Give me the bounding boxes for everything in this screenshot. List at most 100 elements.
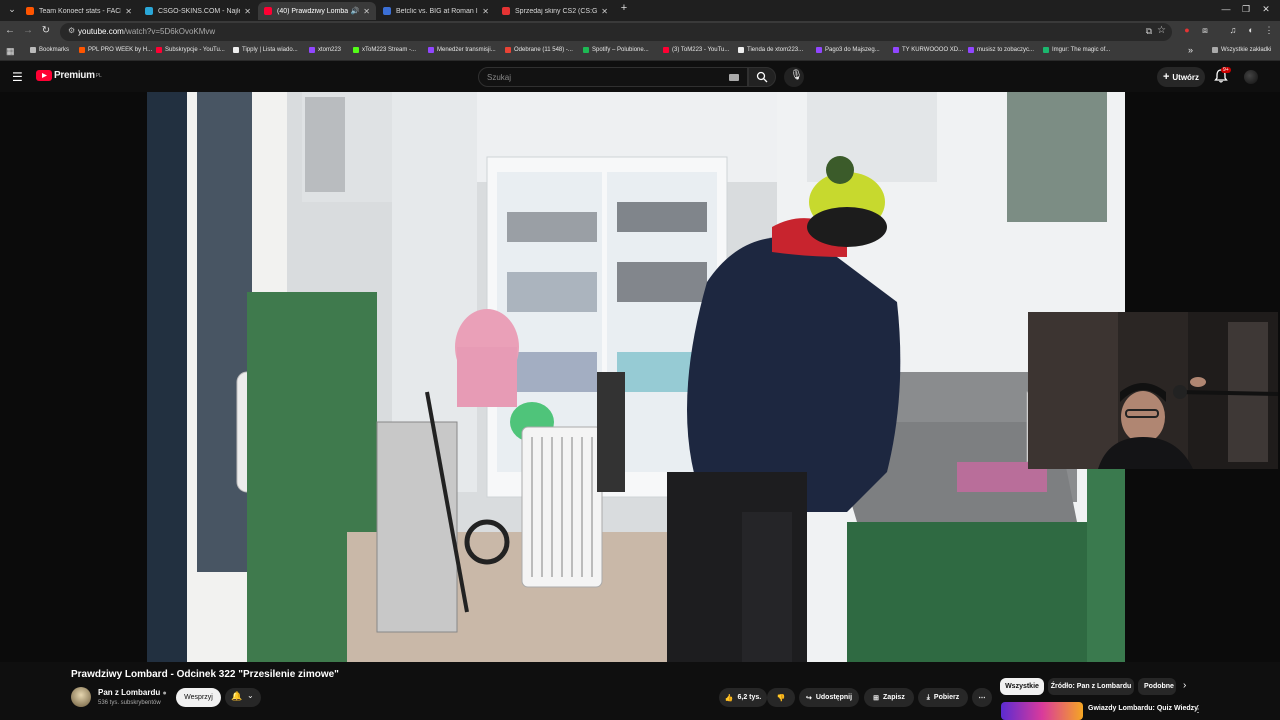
bookmark-item[interactable]: xtom223 bbox=[309, 47, 341, 53]
recommendation-thumbnail[interactable] bbox=[1001, 702, 1083, 720]
chip-source[interactable]: Źródło: Pan z Lombardu bbox=[1048, 678, 1134, 695]
webcam-image bbox=[1028, 312, 1278, 469]
bookmark-star-icon[interactable]: ☆ bbox=[1157, 25, 1166, 36]
dislike-button[interactable]: 👎 bbox=[767, 688, 795, 707]
recommendation-title[interactable]: Gwiazdy Lombardu: Quiz Wiedzy bbox=[1088, 705, 1198, 712]
bookmark-favicon bbox=[156, 47, 162, 53]
bookmarks-bar: ▦ Bookmarks PPL PRO WEEK by H... Subskrypc… bbox=[0, 43, 1280, 61]
download-button[interactable]: ⤓ Pobierz bbox=[918, 688, 968, 707]
logo-region: PL bbox=[95, 72, 102, 79]
browser-menu-icon[interactable]: ⋮ bbox=[1262, 25, 1276, 36]
bookmark-favicon bbox=[353, 47, 359, 53]
thumbs-up-icon: 👍 bbox=[724, 694, 734, 702]
subscription-bell-button[interactable]: 🔔 ⌄ bbox=[225, 688, 261, 707]
address-bar[interactable]: ⚙ youtube.com/watch?v=5D6kOvoKMvw ⧉ ☆ bbox=[60, 23, 1172, 41]
bookmarks-overflow-button[interactable]: » bbox=[1188, 45, 1193, 55]
tab-close-icon[interactable]: ✕ bbox=[482, 7, 489, 16]
save-label: Zapisz bbox=[883, 694, 905, 701]
channel-name-text: Pan z Lombardu bbox=[98, 688, 161, 697]
bookmark-item[interactable]: musisz to zobaczyc... bbox=[968, 47, 1034, 53]
tab-favicon bbox=[383, 7, 391, 15]
like-button[interactable]: 👍 6,2 tys. bbox=[719, 688, 767, 707]
bookmark-item[interactable]: Tienda de xtom223... bbox=[738, 47, 803, 53]
video-frame[interactable] bbox=[147, 92, 1125, 662]
keyboard-icon[interactable] bbox=[729, 74, 739, 81]
youtube-logo[interactable]: Premium PL bbox=[36, 70, 102, 81]
bookmark-item[interactable]: TY KURWOOOO XD... bbox=[893, 47, 963, 53]
tab-close-icon[interactable]: ✕ bbox=[601, 7, 608, 16]
maximize-icon[interactable]: ❐ bbox=[1236, 4, 1256, 15]
media-controls-icon[interactable]: ♫ bbox=[1226, 25, 1240, 35]
tab-favicon bbox=[26, 7, 34, 15]
more-actions-button[interactable]: ⋯ bbox=[972, 688, 992, 707]
profile-icon[interactable]: ◐ bbox=[1244, 25, 1258, 35]
search-input[interactable]: Szukaj bbox=[478, 67, 748, 87]
join-button[interactable]: Wesprzyj bbox=[176, 688, 221, 707]
bookmark-label: Spotify – Polubione... bbox=[592, 47, 649, 53]
download-icon: ⤓ bbox=[926, 693, 930, 701]
back-icon[interactable]: ← bbox=[3, 25, 17, 36]
browser-tab[interactable]: Sprzedaj skiny CS2 (CS:GO) | N✕ bbox=[496, 2, 614, 20]
bookmark-label: (3) ToM223 - YouTu... bbox=[672, 47, 730, 53]
bookmark-item[interactable]: Tipply | Lista wiado... bbox=[233, 47, 298, 53]
bookmark-label: Odebrane (11 548) -... bbox=[514, 47, 573, 53]
bookmark-item[interactable]: PPL PRO WEEK by H... bbox=[79, 47, 152, 53]
bookmark-item[interactable]: xToM223 Stream -... bbox=[353, 47, 416, 53]
bookmark-item[interactable]: Bookmarks bbox=[30, 47, 69, 53]
share-button[interactable]: ↪ Udostępnij bbox=[799, 688, 859, 707]
reload-icon[interactable]: ↻ bbox=[39, 25, 53, 36]
close-window-icon[interactable]: ✕ bbox=[1256, 4, 1276, 15]
create-button[interactable]: + Utwórz bbox=[1157, 67, 1205, 87]
chip-similar-label: Podobne bbox=[1144, 683, 1174, 690]
hamburger-menu-icon[interactable]: ☰ bbox=[12, 70, 23, 84]
bookmark-label: Bookmarks bbox=[39, 47, 70, 53]
bookmark-item[interactable]: (3) ToM223 - YouTu... bbox=[663, 47, 729, 53]
logo-text: Premium bbox=[54, 70, 95, 81]
browser-tab[interactable]: CSGO-SKINS.COM - Najlepsze ✕ bbox=[139, 2, 257, 20]
channel-avatar[interactable] bbox=[71, 687, 91, 707]
browser-tab[interactable]: Betclic vs. BIG at Roman Imperi ✕ bbox=[377, 2, 495, 20]
bookmark-item[interactable]: Pago3 do Majszeg... bbox=[816, 47, 880, 53]
microphone-icon: 🎙 bbox=[790, 70, 803, 81]
tab-favicon bbox=[502, 7, 510, 15]
channel-name[interactable]: Pan z Lombardu ● bbox=[98, 688, 167, 697]
chip-all[interactable]: Wszystkie bbox=[1000, 678, 1044, 695]
apps-icon[interactable]: ▦ bbox=[6, 46, 15, 57]
tab-search-icon[interactable]: ⌄ bbox=[2, 4, 22, 15]
bookmark-label: xToM223 Stream -... bbox=[362, 47, 417, 53]
forward-icon[interactable]: → bbox=[21, 25, 35, 36]
bookmark-item[interactable]: Subskrypcje - YouTu... bbox=[156, 47, 225, 53]
account-avatar[interactable] bbox=[1244, 70, 1258, 84]
save-button[interactable]: ⊞ Zapisz bbox=[864, 688, 914, 707]
bookmark-item[interactable]: Menedżer transmisji... bbox=[428, 47, 496, 53]
bookmark-item[interactable]: Spotify – Polubione... bbox=[583, 47, 649, 53]
tab-audio-icon[interactable]: 🔊 bbox=[351, 7, 360, 15]
all-bookmarks-folder[interactable]: Wszystkie zakładki bbox=[1212, 47, 1271, 53]
install-app-icon[interactable]: ⧉ bbox=[1146, 26, 1152, 37]
extensions-icon[interactable]: ⧈ bbox=[1198, 25, 1212, 36]
chevron-down-icon: ⌄ bbox=[247, 691, 254, 700]
video-player[interactable] bbox=[0, 92, 1280, 662]
tab-title: Team Konoecf stats - FACEIT.co bbox=[39, 7, 121, 15]
search-button[interactable] bbox=[748, 67, 776, 87]
browser-tab[interactable]: (40) Prawdziwy Lombard -🔊✕ bbox=[258, 2, 376, 20]
bookmark-label: xtom223 bbox=[318, 47, 342, 53]
bookmark-label: Pago3 do Majszeg... bbox=[825, 47, 880, 53]
chip-similar[interactable]: Podobne bbox=[1138, 678, 1176, 695]
bookmark-item[interactable]: Odebrane (11 548) -... bbox=[505, 47, 573, 53]
bookmark-label: Imgur: The magic of... bbox=[1052, 47, 1111, 53]
extension-opera-icon[interactable]: ● bbox=[1180, 25, 1194, 35]
bookmark-label: Subskrypcje - YouTu... bbox=[165, 47, 225, 53]
browser-tab[interactable]: Team Konoecf stats - FACEIT.co ✕ bbox=[20, 2, 138, 20]
chips-next-icon[interactable]: › bbox=[1183, 680, 1186, 691]
minimize-icon[interactable]: — bbox=[1216, 4, 1236, 14]
tab-close-icon[interactable]: ✕ bbox=[363, 7, 370, 16]
tab-close-icon[interactable]: ✕ bbox=[244, 7, 251, 16]
tab-close-icon[interactable]: ✕ bbox=[125, 7, 132, 16]
recommendation-menu-icon[interactable]: ⋮ bbox=[1193, 704, 1203, 715]
site-info-icon[interactable]: ⚙ bbox=[68, 26, 75, 35]
bookmark-item[interactable]: Imgur: The magic of... bbox=[1043, 47, 1110, 53]
new-tab-button[interactable]: + bbox=[614, 2, 634, 14]
bookmark-label: Menedżer transmisji... bbox=[437, 47, 496, 53]
voice-search-button[interactable]: 🎙 bbox=[784, 67, 804, 87]
